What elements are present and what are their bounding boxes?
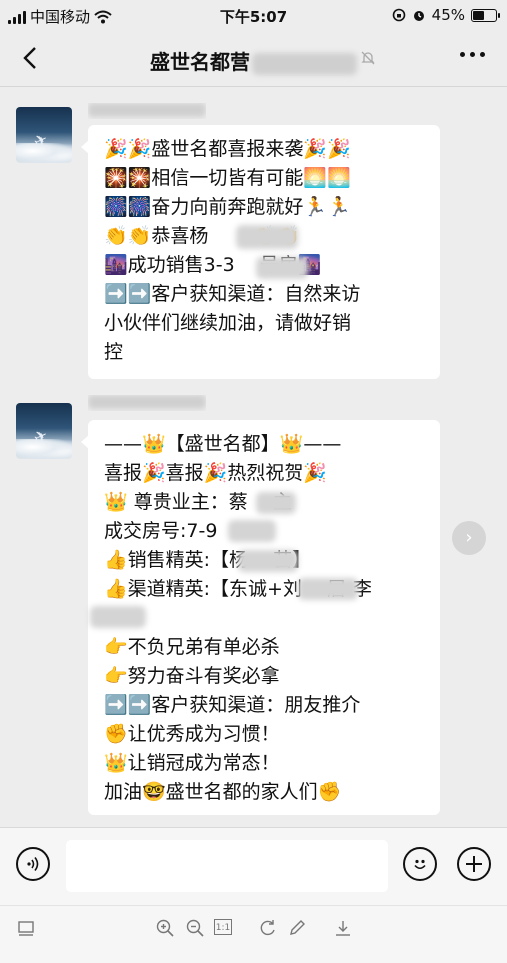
alarm-icon [413, 11, 424, 21]
message-line: 👍渠道精英:【东诚+刘 居-李 [104, 578, 372, 600]
message-input[interactable] [66, 840, 388, 892]
battery-fill [473, 10, 484, 20]
message-line: ➡️➡️客户获知渠道：朋友推介 [104, 694, 361, 716]
edit-icon[interactable] [287, 918, 307, 938]
message-line: 加油🤓盛世名都的家人们✊ [104, 781, 342, 803]
screen-icon[interactable] [16, 918, 36, 938]
message-line [104, 604, 426, 633]
redaction-blur [256, 492, 296, 514]
sender-name [88, 395, 206, 411]
message-line: 👑让销冠成为常态！ [104, 752, 280, 774]
redaction-blur [236, 225, 298, 249]
message-line: 👉努力奋斗有奖必拿 [104, 665, 280, 687]
message-line: 喜报🎉喜报🎉热烈祝贺🎉 [104, 462, 327, 484]
message-line: 🎇🎇相信一切皆有可能🌅🌅 [104, 167, 351, 189]
download-icon[interactable] [333, 918, 353, 938]
chat-title-text: 盛世名都营 [150, 50, 250, 74]
voice-icon[interactable] [16, 847, 50, 881]
more-dots-icon[interactable] [460, 52, 485, 57]
status-bar: 中国移动 下午5:07 45% [0, 0, 507, 30]
title-redaction [252, 52, 357, 75]
zoom-out-icon[interactable] [185, 918, 205, 938]
zoom-in-icon[interactable] [155, 918, 175, 938]
message-line: 🎉🎉盛世名都喜报来袭🎉🎉 [104, 138, 351, 160]
rotation-lock-icon [392, 8, 405, 22]
redaction-blur [238, 550, 298, 572]
redaction-blur [298, 578, 358, 600]
message-bubble[interactable]: 🎉🎉盛世名都喜报来袭🎉🎉 🎇🎇相信一切皆有可能🌅🌅 🎆🎆奋力向前奔跑就好🏃🏃 👏… [81, 125, 440, 379]
chat-title: 盛世名都营 [0, 46, 507, 75]
avatar[interactable]: ✈ [16, 107, 72, 163]
forward-button[interactable]: › [452, 521, 486, 555]
redaction-blur [90, 606, 146, 628]
chat-area[interactable]: ✈ 🎉🎉盛世名都喜报来袭🎉🎉 🎇🎇相信一切皆有可能🌅🌅 🎆🎆奋力向前奔跑就好🏃🏃… [0, 87, 507, 827]
sender-name [88, 103, 206, 119]
redaction-blur [256, 257, 308, 279]
avatar[interactable]: ✈ [16, 403, 72, 459]
mute-bell-icon [361, 51, 375, 65]
redaction-blur [228, 520, 276, 542]
message-line: 🎆🎆奋力向前奔跑就好🏃🏃 [104, 196, 351, 218]
status-right: 45% [392, 6, 500, 24]
emoji-icon[interactable] [403, 847, 437, 881]
message-line: 控 [104, 341, 124, 363]
message-line: ➡️➡️客户获知渠道：自然来访 [104, 283, 361, 305]
message-bubble[interactable]: ——👑【盛世名都】👑—— 喜报🎉喜报🎉热烈祝贺🎉 👑 尊贵业主：蔡 主 成交房号… [81, 420, 440, 815]
message-line: 👉不负兄弟有单必杀 [104, 636, 280, 658]
message-line: ✊让优秀成为习惯！ [104, 723, 280, 745]
actual-size-icon[interactable]: 1:1 [214, 919, 232, 935]
battery-icon [471, 8, 500, 22]
chat-header: 盛世名都营 [0, 30, 507, 87]
message-line: ——👑【盛世名都】👑—— [104, 433, 342, 455]
viewer-toolbar: 1:1 [0, 905, 507, 963]
input-bar [0, 827, 507, 906]
rotate-icon[interactable] [258, 918, 278, 938]
actual-size-label: 1:1 [215, 923, 231, 933]
plus-icon[interactable] [457, 847, 491, 881]
message-line: 小伙伴们继续加油，请做好销 [104, 312, 352, 334]
battery-percent: 45% [431, 6, 465, 24]
